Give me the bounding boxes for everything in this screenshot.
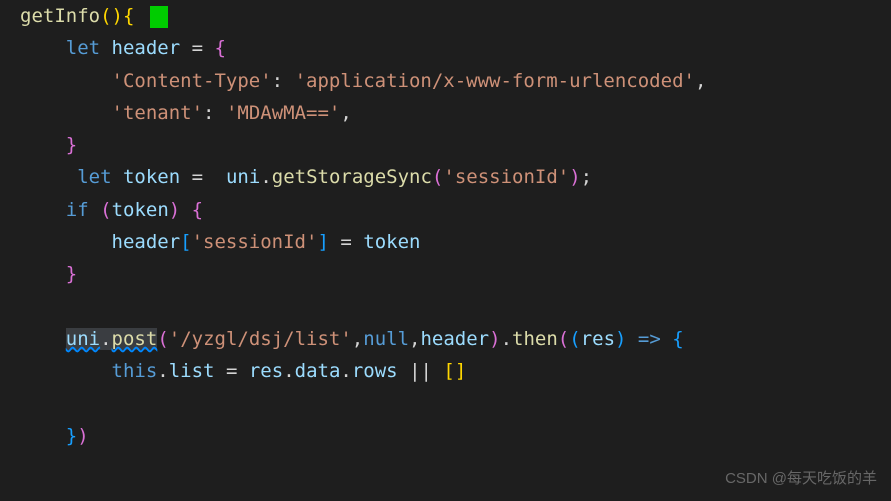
function-name: getInfo [20,5,100,27]
post-method: post [112,328,158,350]
code-editor[interactable]: getInfo(){ let header = { 'Content-Type'… [0,0,891,452]
url-string: '/yzgl/dsj/list' [169,328,352,350]
null-literal: null [363,328,409,350]
keyword-if: if [66,199,89,221]
watermark-text: CSDN @每天吃饭的羊 [725,466,877,492]
uni-object: uni [66,328,100,350]
this-keyword: this [112,360,158,382]
keyword-let: let [66,37,100,59]
text-cursor [150,6,168,28]
